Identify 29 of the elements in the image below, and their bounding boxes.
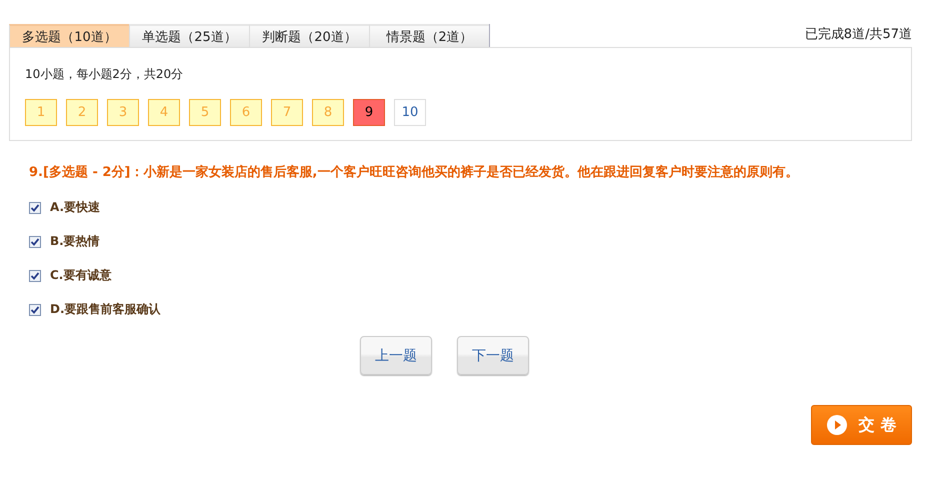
tab[interactable]: 单选题（25道） <box>129 24 249 47</box>
progress-text: 已完成8道/共57道 <box>804 26 912 43</box>
question-number[interactable]: 8 <box>312 99 344 126</box>
option-label: B.要热情 <box>50 233 100 250</box>
tab[interactable]: 判断题（20道） <box>249 24 369 47</box>
question-number[interactable]: 10 <box>394 99 426 126</box>
question-number[interactable]: 4 <box>148 99 180 126</box>
question-number[interactable]: 5 <box>189 99 221 126</box>
checkbox[interactable] <box>29 270 41 282</box>
checkbox[interactable] <box>29 304 41 316</box>
tab[interactable]: 情景题（2道） <box>369 24 489 47</box>
option-label: C.要有诚意 <box>50 267 112 284</box>
play-icon <box>826 415 847 435</box>
tab[interactable]: 多选题（10道） <box>9 24 129 47</box>
previous-button[interactable]: 上一题 <box>360 336 432 375</box>
question-number[interactable]: 1 <box>25 99 57 126</box>
option-label: A.要快速 <box>50 199 100 216</box>
question-text: 9.[多选题 - 2分]：小新是一家女装店的售后客服,一个客户旺旺咨询他买的裤子是否已经发货。他在跟进回复客户时要注意的原则有。 <box>29 164 800 182</box>
checkbox[interactable] <box>29 202 41 214</box>
next-button[interactable]: 下一题 <box>457 336 529 375</box>
submit-button[interactable]: 交 卷 <box>811 405 912 445</box>
checkbox[interactable] <box>29 236 41 248</box>
question-number[interactable]: 7 <box>271 99 303 126</box>
option-label: D.要跟售前客服确认 <box>50 301 161 318</box>
question-number[interactable]: 6 <box>230 99 262 126</box>
summary-text: 10小题，每小题2分，共20分 <box>25 66 184 83</box>
question-number[interactable]: 2 <box>66 99 98 126</box>
question-number[interactable]: 9 <box>353 99 385 126</box>
question-number[interactable]: 3 <box>107 99 139 126</box>
